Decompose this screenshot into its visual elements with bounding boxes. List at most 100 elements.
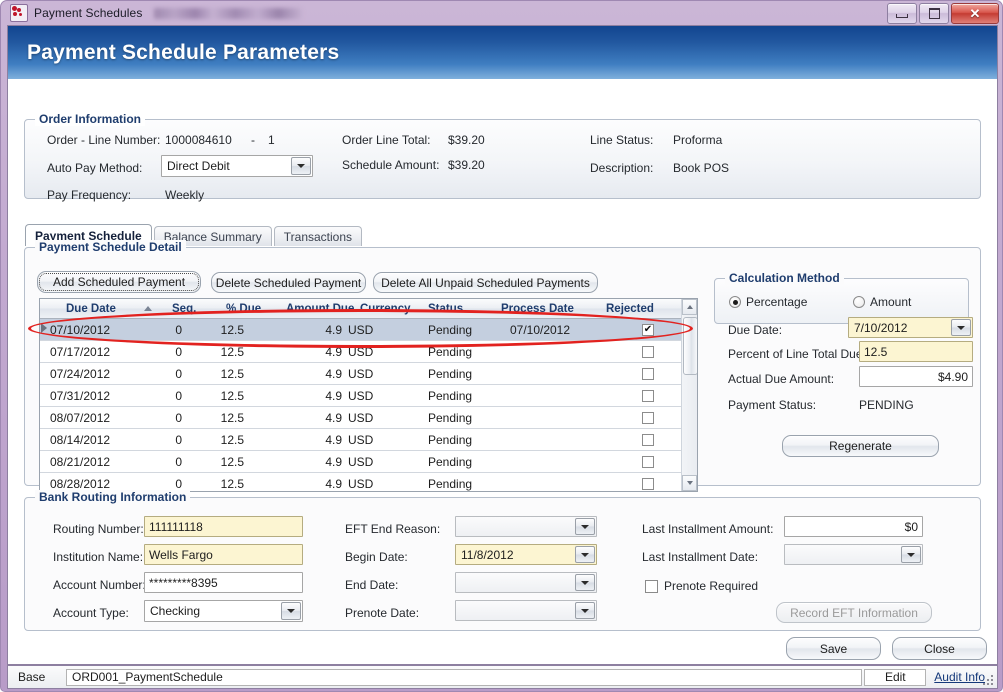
auto-pay-method-combo[interactable]: Direct Debit — [161, 155, 313, 177]
begin-date-combo[interactable]: 11/8/2012 — [455, 544, 597, 565]
column-header-pct-due[interactable]: % Due — [226, 299, 261, 318]
delete-all-unpaid-scheduled-payments-button[interactable]: Delete All Unpaid Scheduled Payments — [373, 272, 598, 293]
maximize-button[interactable] — [919, 3, 949, 24]
cell-currency: USD — [348, 322, 374, 337]
close-button[interactable]: ✕ — [951, 3, 999, 24]
institution-name-input[interactable]: Wells Fargo — [144, 544, 303, 565]
rejected-checkbox[interactable] — [642, 455, 654, 468]
percent-of-line-total-due-input[interactable]: 12.5 — [859, 341, 973, 362]
cell-rejected[interactable] — [630, 429, 666, 450]
column-header-currency[interactable]: Currency — [360, 299, 411, 318]
account-number-input[interactable]: *********8395 — [144, 572, 303, 593]
cell-rejected[interactable] — [630, 363, 666, 384]
actual-due-amount-input[interactable]: $4.90 — [859, 366, 973, 387]
routing-number-input[interactable]: 111111118 — [144, 516, 303, 537]
due-date-value: 7/10/2012 — [854, 320, 908, 335]
column-header-process-date[interactable]: Process Date — [501, 299, 574, 318]
close-label: Close — [924, 641, 955, 656]
auto-pay-method-label: Auto Pay Method: — [47, 161, 143, 175]
delete-scheduled-payment-button[interactable]: Delete Scheduled Payment — [211, 272, 366, 293]
last-installment-date-label: Last Installment Date: — [642, 550, 759, 564]
chevron-down-icon[interactable] — [575, 602, 595, 619]
grid-vertical-scrollbar[interactable] — [681, 299, 697, 491]
scroll-up-button[interactable] — [682, 299, 697, 315]
scrollbar-thumb[interactable] — [683, 317, 697, 375]
table-row[interactable]: 08/21/2012 0 12.5 4.9 USD Pending — [40, 451, 697, 473]
description-label: Description: — [590, 161, 654, 175]
order-line-number-label: Order - Line Number: — [47, 133, 161, 147]
rejected-checkbox[interactable] — [642, 477, 654, 490]
cell-currency: USD — [348, 388, 374, 403]
table-row[interactable]: 07/17/2012 0 12.5 4.9 USD Pending — [40, 341, 697, 363]
schedule-amount-label: Schedule Amount: — [342, 158, 440, 172]
rejected-checkbox[interactable] — [642, 389, 654, 402]
cell-rejected[interactable] — [630, 407, 666, 428]
radio-percentage[interactable]: Percentage — [729, 295, 807, 309]
regenerate-button[interactable]: Regenerate — [782, 435, 939, 457]
column-header-seq[interactable]: Seq. — [172, 299, 196, 318]
cell-rejected[interactable] — [630, 451, 666, 472]
application-window: Payment Schedules ✕ Payment Schedule Par… — [0, 0, 1003, 692]
grid-header-row: Due Date Seq. % Due Amount Due Currency … — [40, 299, 697, 319]
table-row[interactable]: 08/14/2012 0 12.5 4.9 USD Pending — [40, 429, 697, 451]
rejected-checkbox[interactable] — [642, 433, 654, 446]
resize-grip[interactable] — [983, 675, 994, 686]
last-installment-amount-input[interactable]: $0 — [784, 516, 923, 537]
table-row[interactable]: 08/07/2012 0 12.5 4.9 USD Pending — [40, 407, 697, 429]
delete-scheduled-payment-label: Delete Scheduled Payment — [215, 275, 362, 290]
cell-process-date — [495, 473, 585, 491]
chevron-down-icon[interactable] — [951, 319, 971, 336]
payment-schedule-grid[interactable]: Due Date Seq. % Due Amount Due Currency … — [39, 298, 698, 492]
due-date-combo[interactable]: 7/10/2012 — [848, 317, 973, 338]
save-label: Save — [819, 641, 848, 656]
tab-transactions[interactable]: Transactions — [273, 226, 363, 246]
status-base-value[interactable]: ORD001_PaymentSchedule — [66, 668, 863, 686]
cell-status: Pending — [428, 322, 473, 337]
chevron-down-icon[interactable] — [575, 546, 595, 563]
column-header-amount-due[interactable]: Amount Due — [286, 299, 354, 318]
table-row[interactable]: 07/24/2012 0 12.5 4.9 USD Pending — [40, 363, 697, 385]
last-installment-date-combo[interactable] — [784, 544, 923, 565]
account-type-combo[interactable]: Checking — [144, 600, 303, 622]
prenote-required-label: Prenote Required — [664, 579, 759, 593]
eft-end-reason-combo[interactable] — [455, 516, 597, 537]
account-number-value: *********8395 — [149, 575, 218, 590]
table-row[interactable]: 07/31/2012 0 12.5 4.9 USD Pending — [40, 385, 697, 407]
rejected-checkbox[interactable] — [642, 367, 654, 380]
chevron-down-icon[interactable] — [575, 574, 595, 591]
chevron-down-icon[interactable] — [281, 602, 301, 620]
radio-amount[interactable]: Amount — [853, 295, 911, 309]
rejected-checkbox[interactable] — [642, 345, 654, 358]
redacted-title-text — [154, 7, 303, 19]
column-header-due-date[interactable]: Due Date — [66, 299, 116, 318]
cell-rejected[interactable] — [630, 385, 666, 406]
audit-info-link[interactable]: Audit Info — [934, 670, 985, 684]
cell-rejected[interactable] — [630, 341, 666, 362]
rejected-checkbox[interactable] — [642, 411, 654, 424]
minimize-button[interactable] — [887, 3, 917, 24]
prenote-required-checkbox[interactable]: Prenote Required — [645, 579, 758, 593]
institution-name-value: Wells Fargo — [149, 547, 213, 562]
cell-rejected[interactable] — [630, 473, 666, 491]
record-eft-information-button[interactable]: Record EFT Information — [776, 602, 932, 623]
line-status-value: Proforma — [673, 133, 723, 147]
prenote-date-combo[interactable] — [455, 600, 597, 621]
column-header-status[interactable]: Status — [428, 299, 463, 318]
cell-currency: USD — [348, 476, 374, 491]
status-edit-mode[interactable]: Edit — [864, 668, 927, 686]
percent-of-line-total-due-label: Percent of Line Total Due: — [728, 347, 866, 361]
save-button[interactable]: Save — [786, 637, 881, 660]
chevron-down-icon[interactable] — [575, 518, 595, 535]
column-header-rejected[interactable]: Rejected — [606, 299, 654, 318]
table-row[interactable]: 07/10/2012 0 12.5 4.9 USD Pending 07/10/2012 ✔ — [40, 319, 697, 341]
close-dialog-button[interactable]: Close — [892, 637, 987, 660]
cell-rejected[interactable]: ✔ — [630, 319, 666, 340]
chevron-down-icon[interactable] — [901, 546, 921, 563]
rejected-checkbox[interactable]: ✔ — [642, 323, 654, 336]
scroll-down-button[interactable] — [682, 475, 697, 491]
chevron-down-icon[interactable] — [291, 157, 311, 175]
end-date-combo[interactable] — [455, 572, 597, 593]
bank-routing-information-legend: Bank Routing Information — [35, 490, 191, 504]
cell-status: Pending — [428, 454, 473, 469]
add-scheduled-payment-button[interactable]: Add Scheduled Payment — [37, 271, 201, 293]
